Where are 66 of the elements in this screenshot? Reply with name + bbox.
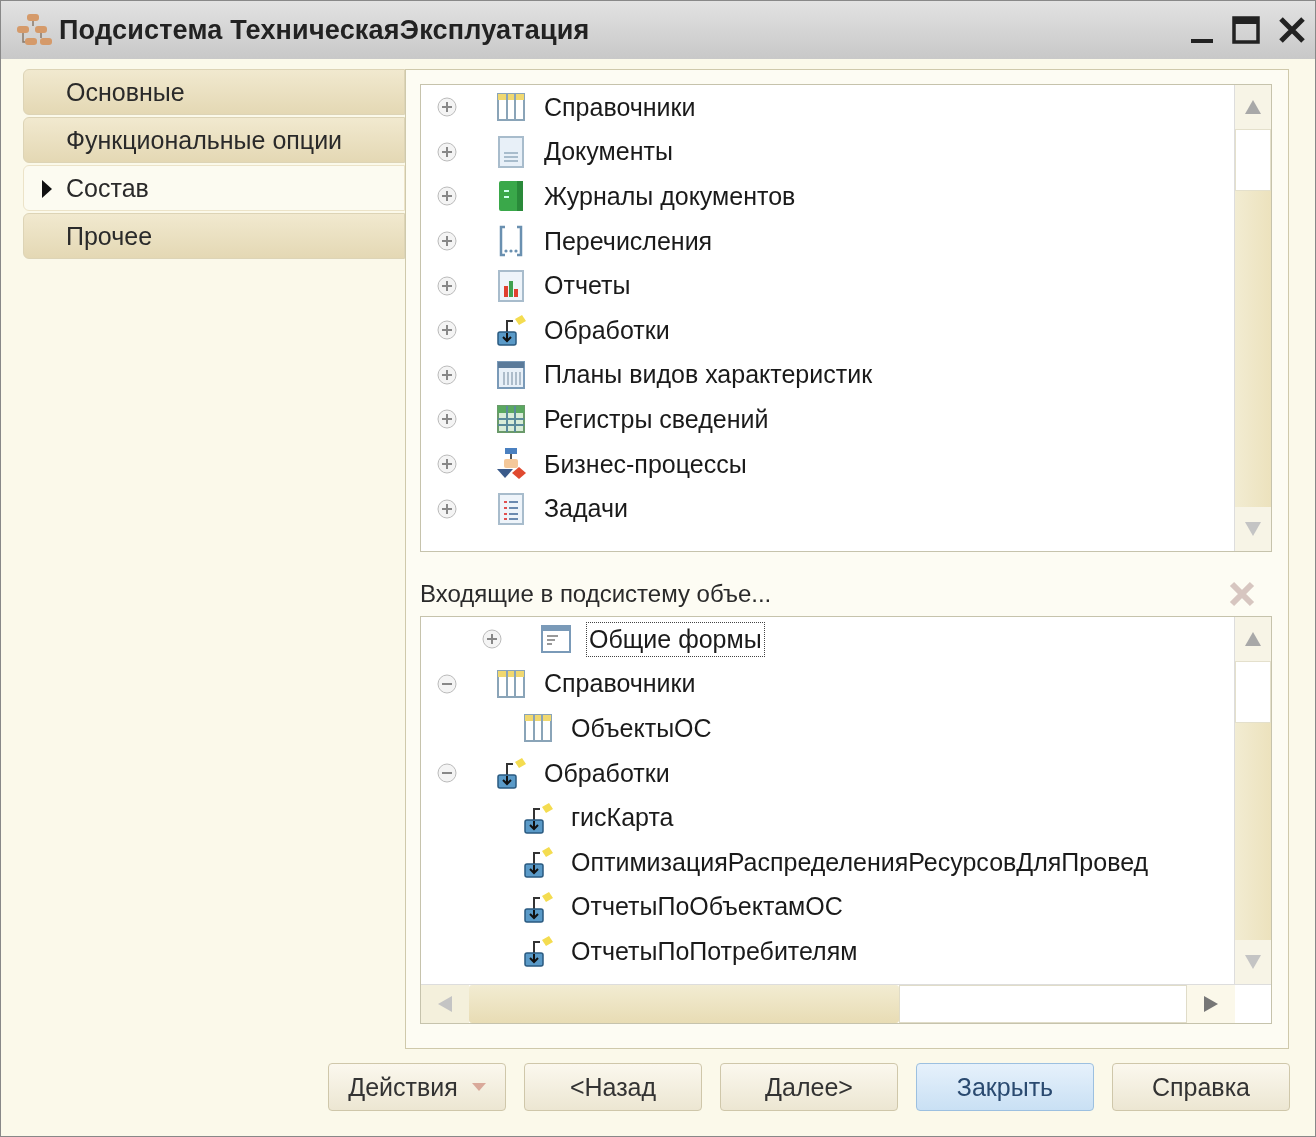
scroll-thumb[interactable] xyxy=(1235,129,1271,191)
caret-icon xyxy=(471,1083,486,1091)
expand-toggle-icon[interactable] xyxy=(437,409,457,430)
processing-icon xyxy=(495,756,527,791)
tab[interactable]: Прочее xyxy=(23,213,405,259)
tree-item[interactable]: Справочники xyxy=(541,89,699,125)
scroll-thumb[interactable] xyxy=(469,985,899,1023)
tab[interactable]: Функциональные опции xyxy=(23,117,405,163)
tree-item[interactable]: ОптимизацияРаспределенияРесурсовДляПровед xyxy=(568,844,1152,880)
tree-item[interactable]: Общие формы xyxy=(586,621,765,657)
vertical-scrollbar[interactable] xyxy=(1234,85,1271,551)
tree-item[interactable]: ОтчетыПоПотребителям xyxy=(568,933,861,969)
report-icon xyxy=(495,268,527,303)
horizontal-scrollbar[interactable] xyxy=(421,984,1271,1023)
tree-item[interactable]: Задачи xyxy=(541,491,631,527)
section-title: Входящие в подсистему объе... xyxy=(420,580,772,608)
expand-toggle-icon[interactable] xyxy=(437,454,457,475)
expand-toggle-icon[interactable] xyxy=(437,763,457,784)
document-icon xyxy=(495,134,527,169)
scroll-up-icon[interactable] xyxy=(1245,100,1261,114)
tree-item[interactable]: Обработки xyxy=(541,312,673,348)
tree-item[interactable]: ОбъектыОС xyxy=(568,711,715,746)
dialog-button[interactable]: Справка xyxy=(1112,1063,1290,1111)
maximize-icon[interactable] xyxy=(1231,15,1261,45)
processing-icon xyxy=(522,845,554,880)
dialog-button[interactable]: <Назад xyxy=(524,1063,702,1111)
tree-item[interactable]: ОтчетыПоОбъектамОС xyxy=(568,889,846,925)
processing-icon xyxy=(522,934,554,969)
expand-toggle-icon[interactable] xyxy=(437,97,457,118)
tree-item[interactable]: Обработки xyxy=(541,755,673,791)
scroll-thumb[interactable] xyxy=(1235,661,1271,723)
tree-item[interactable]: Планы видов характеристик xyxy=(541,357,876,393)
dialog-button[interactable]: Закрыть xyxy=(916,1063,1094,1111)
tree-item[interactable]: Перечисления xyxy=(541,223,716,259)
tab[interactable]: Основные xyxy=(23,69,405,115)
tree-item[interactable]: гисКарта xyxy=(568,800,677,836)
processing-icon xyxy=(522,889,554,924)
processing-icon xyxy=(522,800,554,835)
hierarchy-icon xyxy=(15,13,53,47)
tree-item[interactable]: Отчеты xyxy=(541,268,634,304)
dialog-button[interactable]: Далее> xyxy=(720,1063,898,1111)
tab[interactable]: Состав xyxy=(23,165,405,211)
expand-toggle-icon[interactable] xyxy=(437,186,457,207)
task-list-icon xyxy=(495,491,527,526)
dialog-button[interactable]: Действия xyxy=(328,1063,506,1111)
tree-item[interactable]: Регистры сведений xyxy=(541,401,772,437)
expand-toggle-icon[interactable] xyxy=(437,231,457,252)
expand-toggle-icon[interactable] xyxy=(482,629,502,650)
expand-toggle-icon[interactable] xyxy=(437,320,457,341)
expand-toggle-icon[interactable] xyxy=(437,364,457,385)
tree-item[interactable]: Журналы документов xyxy=(541,179,799,214)
processing-icon xyxy=(495,313,527,348)
vertical-scrollbar[interactable] xyxy=(1234,617,1271,984)
tree-item[interactable]: Справочники xyxy=(541,666,699,702)
expand-toggle-icon[interactable] xyxy=(437,141,457,162)
pointer-icon xyxy=(41,180,53,198)
scroll-up-icon[interactable] xyxy=(1245,632,1261,646)
window-title: Подсистема ТехническаяЭксплуатация xyxy=(59,14,590,46)
flowchart-icon xyxy=(495,447,527,482)
expand-toggle-icon[interactable] xyxy=(437,275,457,296)
tree-item[interactable]: Документы xyxy=(541,134,676,170)
scroll-right-icon[interactable] xyxy=(1204,996,1218,1012)
close-icon[interactable] xyxy=(1277,15,1307,45)
expand-toggle-icon[interactable] xyxy=(437,498,457,519)
expand-toggle-icon[interactable] xyxy=(437,673,457,694)
tree-item[interactable]: Бизнес-процессы xyxy=(541,446,750,482)
